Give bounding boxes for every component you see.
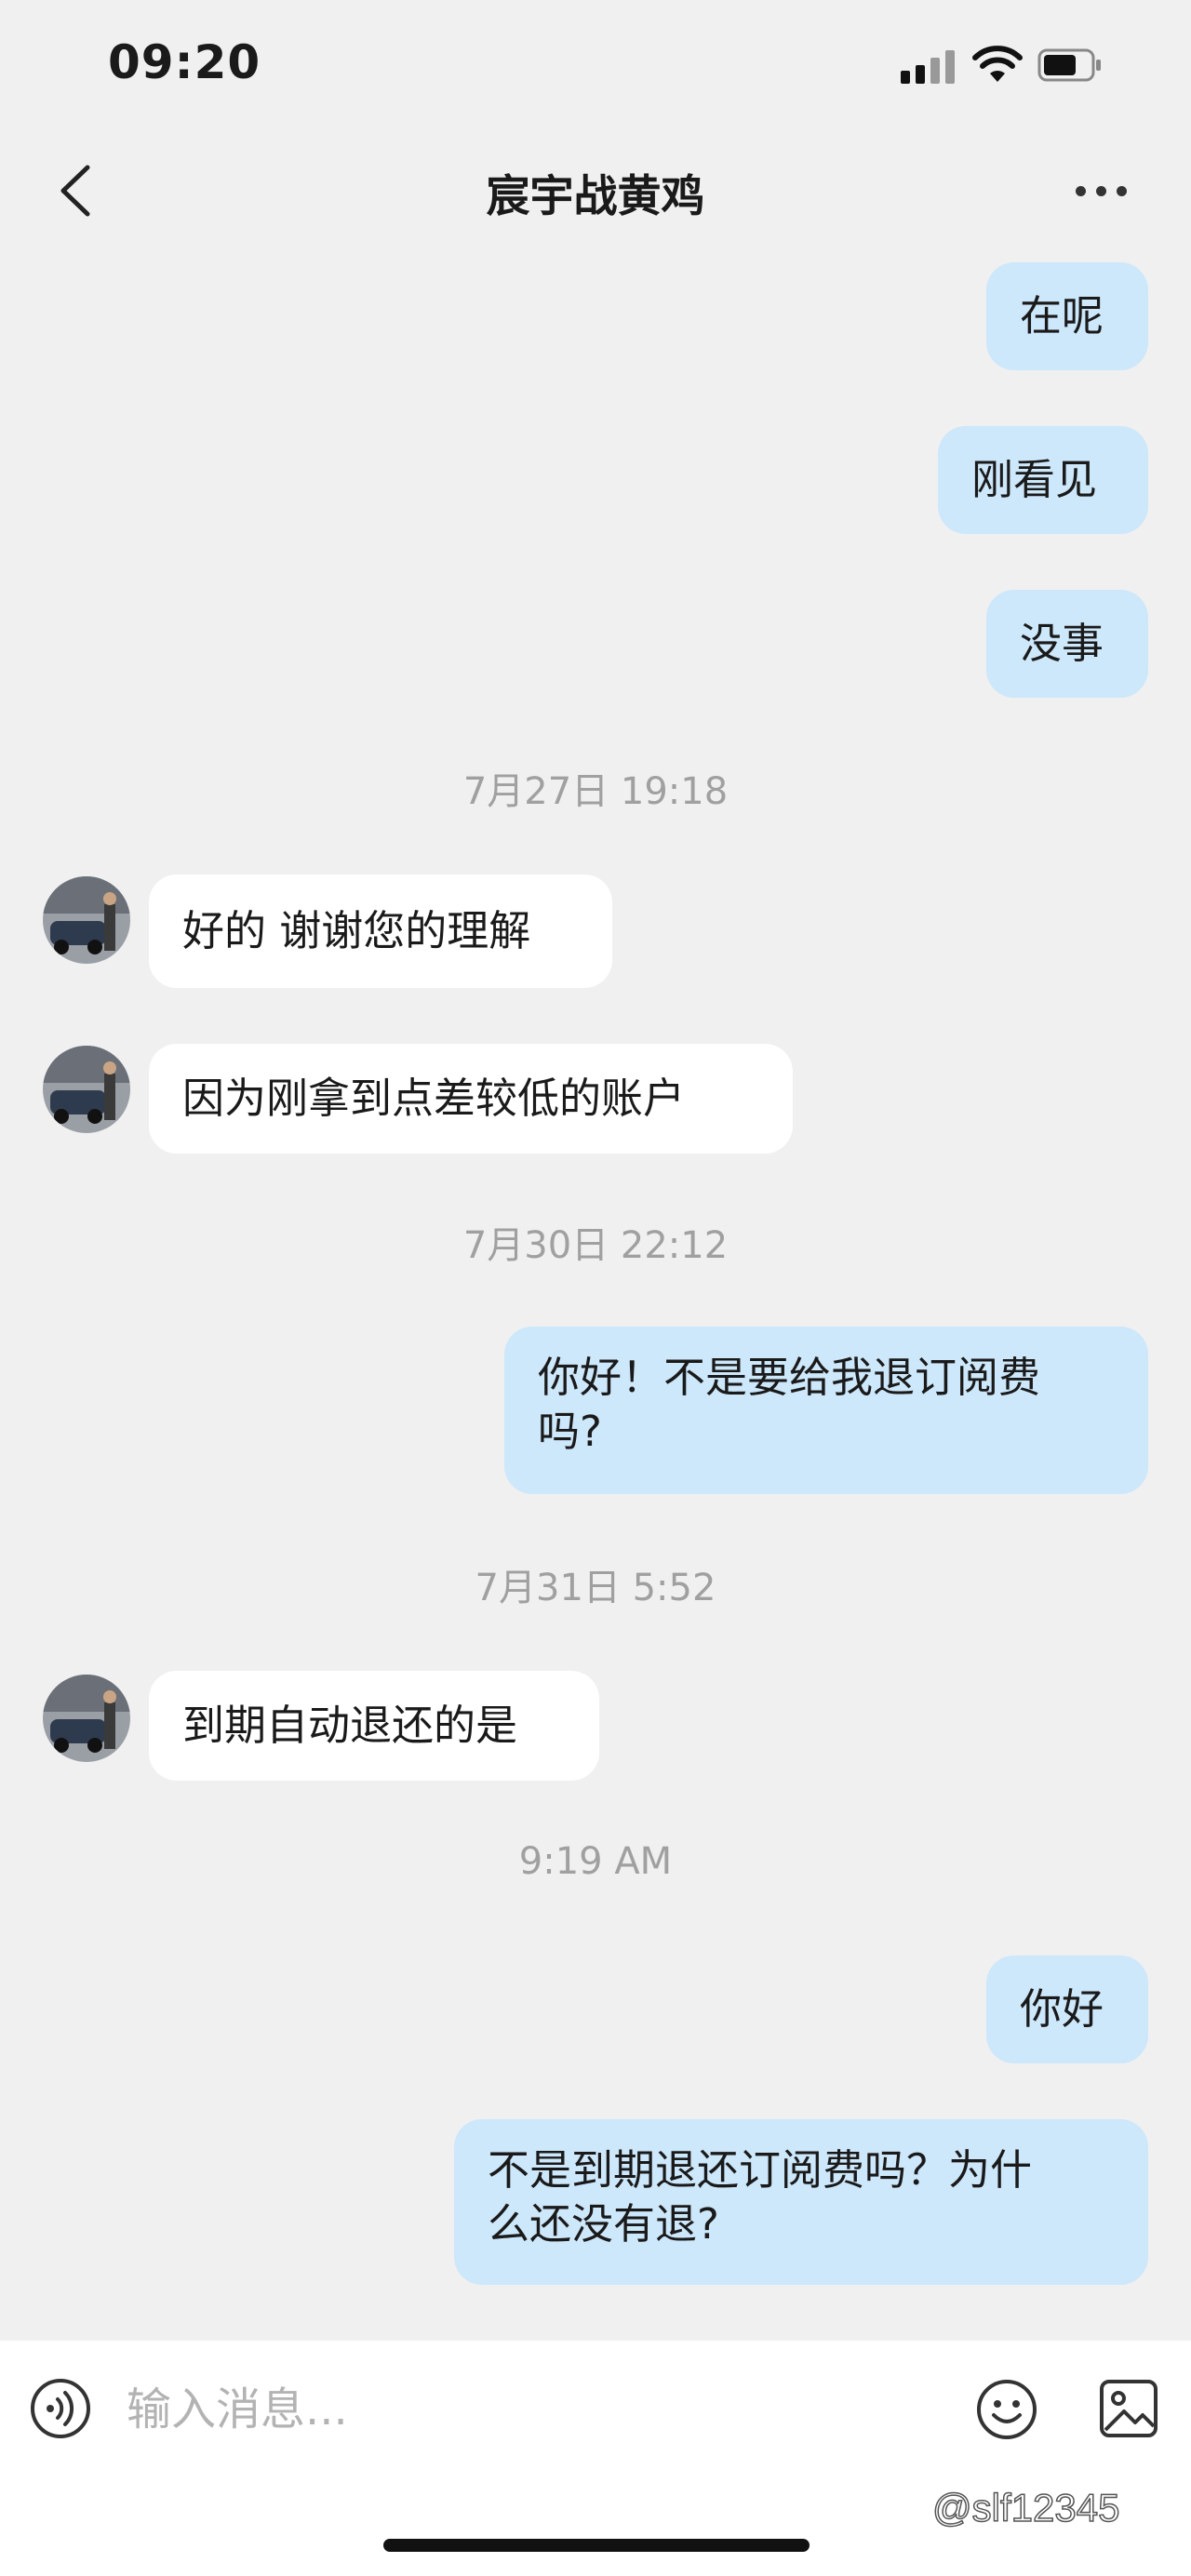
timestamp: 7月31日 5:52 [475, 1567, 716, 1609]
nav-bar: 宸宇战黄鸡 [0, 140, 1191, 242]
incoming-message[interactable]: 到期自动退还的是 [149, 1671, 599, 1781]
more-options-icon[interactable] [1068, 167, 1135, 214]
outgoing-message[interactable]: 不是到期退还订阅费吗？为什 么还没有退? [454, 2119, 1148, 2285]
avatar[interactable] [43, 876, 130, 964]
outgoing-message[interactable]: 在呢 [986, 262, 1148, 370]
avatar[interactable] [43, 1675, 130, 1762]
message-text: 你好 [1020, 1984, 1104, 2034]
wifi-icon [972, 46, 1023, 82]
outgoing-message[interactable]: 你好！不是要给我退订阅费 吗? [504, 1327, 1148, 1494]
message-text-line2: 么还没有退? [488, 2199, 719, 2249]
home-indicator [383, 2539, 810, 2552]
outgoing-message[interactable]: 你好 [986, 1955, 1148, 2063]
watermark: @slf12345 [931, 2485, 1120, 2530]
message-text-line2: 吗? [538, 1407, 602, 1456]
chat-title: 宸宇战黄鸡 [486, 171, 705, 222]
message-text: 你好！不是要给我退订阅费 [538, 1353, 1041, 1402]
message-text: 好的 谢谢您的理解 [182, 906, 531, 955]
message-input[interactable] [127, 2374, 927, 2445]
message-text: 刚看见 [971, 455, 1098, 504]
message-text: 在呢 [1020, 291, 1104, 340]
avatar[interactable] [43, 1046, 130, 1133]
emoji-icon[interactable] [975, 2378, 1038, 2441]
battery-icon [1037, 48, 1101, 82]
image-icon[interactable] [1098, 2378, 1159, 2439]
incoming-message[interactable]: 好的 谢谢您的理解 [149, 874, 612, 988]
signal-icon [901, 48, 958, 84]
incoming-message[interactable]: 因为刚拿到点差较低的账户 [149, 1044, 793, 1154]
timestamp: 9:19 AM [518, 1840, 673, 1883]
status-bar: 09:20 [0, 0, 1191, 135]
outgoing-message[interactable]: 刚看见 [938, 426, 1148, 534]
message-text: 因为刚拿到点差较低的账户 [182, 1074, 686, 1123]
message-text: 不是到期退还订阅费吗？为什 [488, 2145, 1033, 2195]
outgoing-message[interactable]: 没事 [986, 590, 1148, 698]
voice-input-icon[interactable] [30, 2378, 91, 2439]
timestamp: 7月27日 19:18 [462, 770, 729, 813]
timestamp: 7月30日 22:12 [462, 1224, 729, 1267]
message-text: 没事 [1020, 619, 1104, 668]
message-text: 到期自动退还的是 [182, 1701, 518, 1750]
status-time: 09:20 [108, 35, 261, 89]
